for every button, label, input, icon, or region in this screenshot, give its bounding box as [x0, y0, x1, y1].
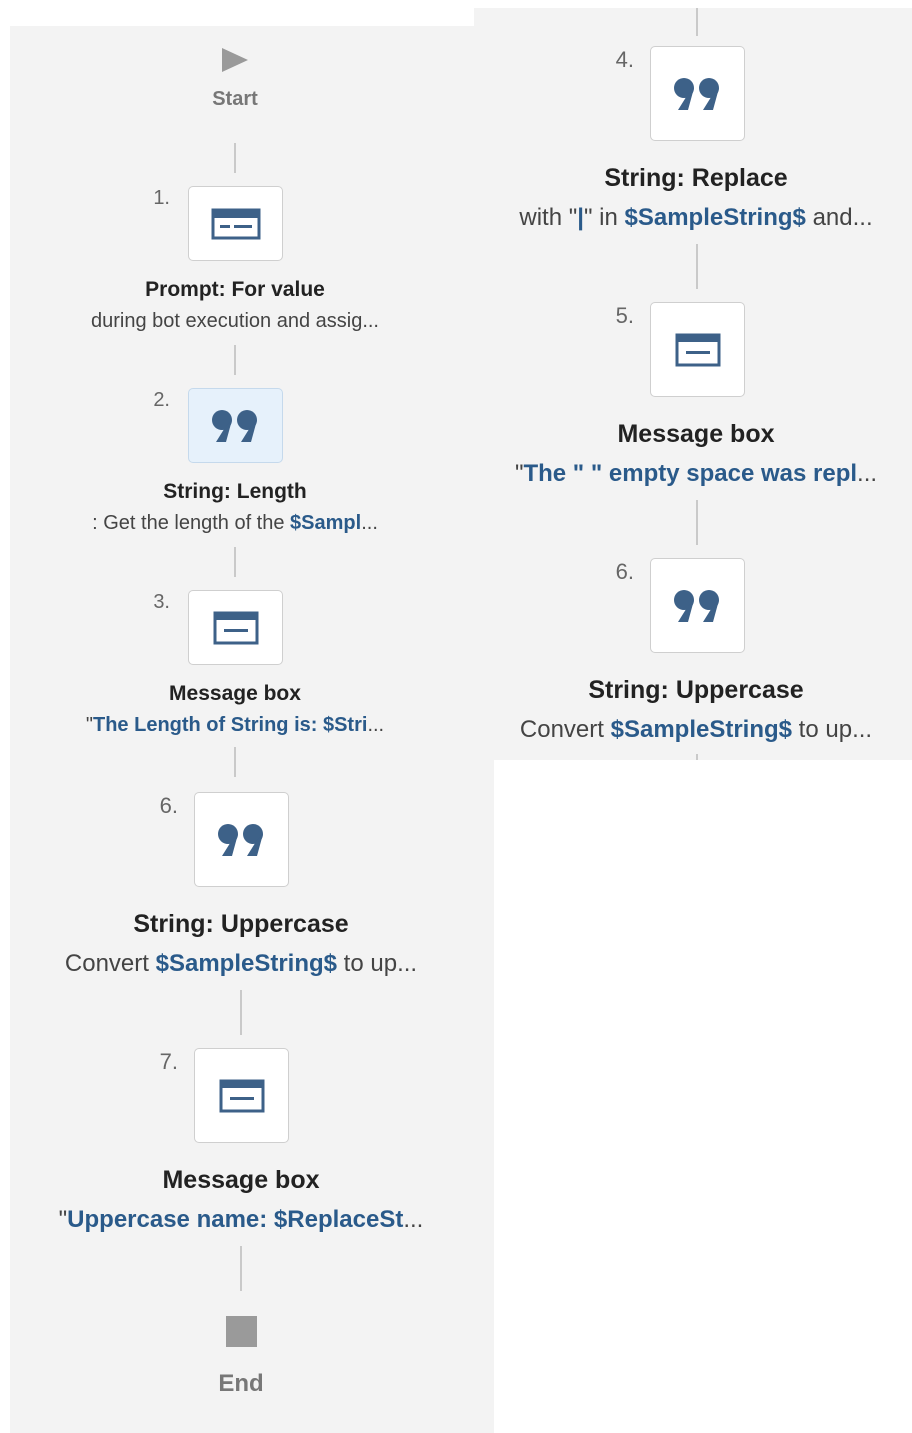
connector	[696, 754, 698, 760]
step-description: "The Length of String is: $Stri...	[10, 714, 460, 737]
play-icon	[222, 48, 248, 72]
message-box-icon	[675, 333, 720, 366]
connector	[234, 345, 236, 375]
prompt-form-icon	[211, 208, 260, 239]
connector	[240, 1246, 242, 1291]
step-number: 5.	[615, 303, 634, 328]
step-node[interactable]	[188, 186, 283, 261]
description-text: ...	[857, 460, 878, 487]
step-node[interactable]	[188, 590, 283, 665]
start-label: Start	[212, 88, 258, 110]
step-node[interactable]	[194, 792, 289, 887]
description-text: and...	[805, 204, 873, 231]
variable-token: $SampleString$	[155, 950, 338, 977]
connector	[240, 990, 242, 1035]
step-number: 2.	[153, 389, 170, 411]
description-text: : Get the length of the	[92, 512, 291, 534]
step-description: Convert $SampleString$ to up...	[480, 716, 912, 744]
step-node[interactable]	[188, 388, 283, 463]
quote-icon	[211, 409, 257, 442]
step-node[interactable]	[650, 302, 745, 397]
variable-token: $SampleString$	[624, 204, 806, 231]
step-description: with "|" in $SampleString$ and...	[480, 204, 912, 232]
connector	[234, 547, 236, 577]
step-description: Convert $SampleString$ to up...	[10, 950, 472, 978]
quote-icon	[673, 589, 719, 622]
step-title: Message box	[162, 1166, 320, 1194]
end-node[interactable]: End	[200, 1314, 282, 1404]
step-number: 3.	[153, 591, 170, 613]
description-text: ...	[403, 1206, 424, 1233]
description-text: to up...	[337, 950, 418, 977]
variable-token: The " " empty space was repl	[523, 460, 858, 487]
quote-icon	[673, 77, 719, 110]
step-number: 6.	[159, 793, 178, 818]
description-text: "	[85, 714, 93, 736]
quote-icon	[217, 823, 263, 856]
message-box-icon	[213, 611, 258, 644]
step-number: 4.	[615, 47, 634, 72]
description-text: to up...	[792, 716, 873, 743]
step-description: "Uppercase name: $ReplaceSt...	[10, 1206, 472, 1234]
variable-token: $SampleString$	[610, 716, 793, 743]
stop-icon	[226, 1316, 257, 1347]
connector	[234, 747, 236, 777]
variable-token: Uppercase name: $ReplaceSt	[67, 1206, 404, 1233]
step-title: String: Uppercase	[588, 676, 804, 704]
description-text: during bot execution and assig...	[91, 310, 379, 332]
step-title: String: Replace	[604, 164, 788, 192]
description-text: " in	[583, 204, 625, 231]
step-number: 7.	[159, 1049, 178, 1074]
step-title: Message box	[169, 682, 301, 705]
end-label: End	[218, 1370, 264, 1397]
step-node[interactable]	[650, 46, 745, 141]
step-title: Prompt: For value	[145, 278, 325, 301]
variable-token: The Length of String is: $Stri	[92, 714, 368, 736]
step-description: : Get the length of the $Sampl...	[10, 512, 460, 535]
step-title: Message box	[617, 420, 775, 448]
step-description: during bot execution and assig...	[10, 310, 460, 333]
description-text: Convert	[519, 716, 611, 743]
description-text: Convert	[64, 950, 156, 977]
variable-token: $Sampl	[290, 512, 362, 534]
step-number: 6.	[615, 559, 634, 584]
connector	[696, 500, 698, 545]
connector	[696, 244, 698, 289]
step-description: "The " " empty space was repl...	[480, 460, 912, 488]
step-title: String: Length	[163, 480, 307, 503]
step-title: String: Uppercase	[133, 910, 349, 938]
connector	[234, 143, 236, 173]
connector	[696, 8, 698, 36]
step-number: 1.	[153, 187, 170, 209]
description-text: ...	[361, 512, 378, 534]
description-text: with "	[519, 204, 578, 231]
variable-token: |	[577, 204, 584, 231]
step-node[interactable]	[650, 558, 745, 653]
description-text: "	[58, 1206, 68, 1233]
message-box-icon	[219, 1079, 264, 1112]
start-node[interactable]: Start	[200, 44, 270, 118]
step-node[interactable]	[194, 1048, 289, 1143]
description-text: ...	[367, 714, 385, 736]
